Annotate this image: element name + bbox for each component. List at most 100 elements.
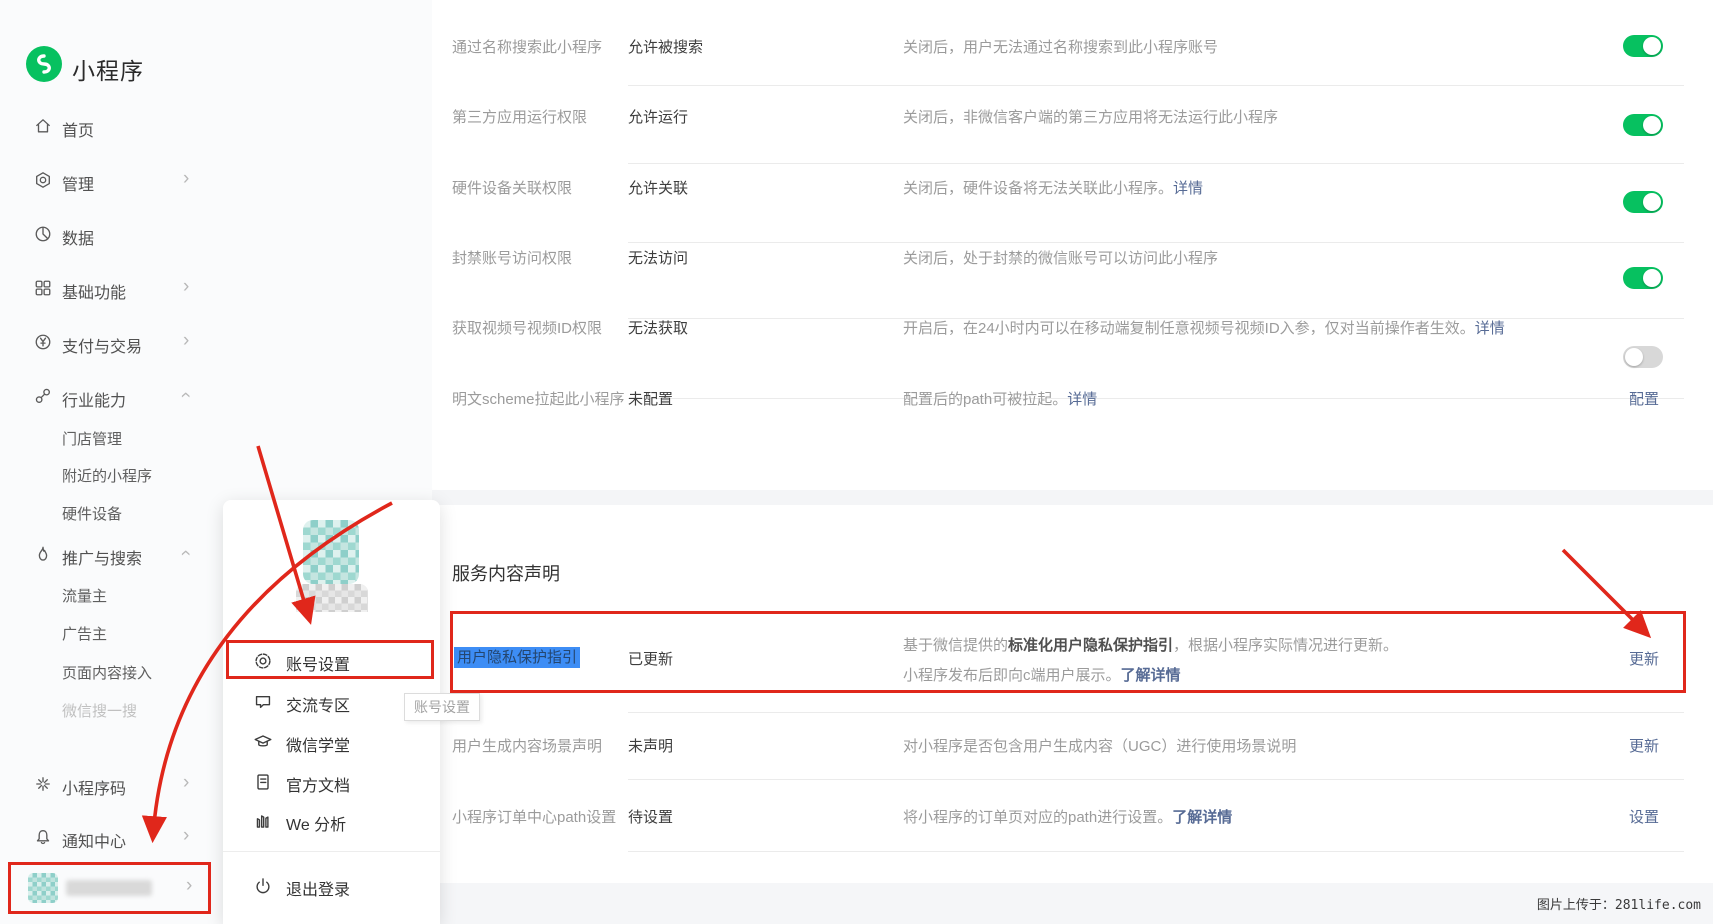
user-avatar[interactable] <box>28 873 58 903</box>
chevron-right-icon <box>183 826 199 846</box>
menu-item-label: 官方文档 <box>286 772 350 796</box>
row-description: 配置后的path可被拉起。详情 <box>903 388 1097 409</box>
app-title: 小程序 <box>72 52 144 86</box>
update-ugc-button[interactable]: 更新 <box>1629 735 1659 756</box>
sidebar-item-label: 首页 <box>62 117 94 141</box>
tooltip-account-settings: 账号设置 <box>404 693 480 721</box>
row-label: 用户生成内容场景声明 <box>452 735 602 756</box>
row-status: 已更新 <box>628 648 673 669</box>
row-label: 硬件设备关联权限 <box>452 177 572 198</box>
menu-item-official-docs[interactable]: 官方文档 <box>223 770 440 796</box>
popup-avatar-body <box>296 584 368 612</box>
set-path-button[interactable]: 设置 <box>1629 806 1659 827</box>
modules-grid-icon <box>34 279 52 297</box>
sidebar-item-industry[interactable]: 行业能力 <box>0 386 220 410</box>
row-description: 关闭后，非微信客户端的第三方应用将无法运行此小程序 <box>903 106 1278 127</box>
row-status: 待设置 <box>628 806 673 827</box>
configure-button[interactable]: 配置 <box>1629 388 1659 409</box>
sidebar-item-data[interactable]: 数据 <box>0 224 220 248</box>
menu-item-account-settings[interactable]: 账号设置 <box>223 649 440 675</box>
chevron-right-icon <box>183 277 199 297</box>
sidebar-subitem-traffic[interactable]: 流量主 <box>62 585 212 607</box>
notification-bell-icon <box>34 828 52 846</box>
menu-item-we-analysis[interactable]: We 分析 <box>223 809 440 835</box>
chevron-up-icon <box>183 385 199 405</box>
row-description-line1: 基于微信提供的标准化用户隐私保护指引，根据小程序实际情况进行更新。 <box>903 634 1398 655</box>
sidebar-subitem-advertiser[interactable]: 广告主 <box>62 623 212 645</box>
section-title: 服务内容声明 <box>452 560 560 586</box>
home-icon <box>34 117 52 135</box>
section-separator <box>432 490 1713 505</box>
watermark: 图片上传于：281life.com <box>1537 894 1701 913</box>
menu-item-label: 退出登录 <box>286 876 350 900</box>
sidebar-item-label: 数据 <box>62 225 94 249</box>
miniprogram-logo-icon <box>26 46 62 82</box>
sidebar-subitem-hardware[interactable]: 硬件设备 <box>62 503 212 525</box>
pay-yen-icon <box>34 333 52 351</box>
banned-account-toggle[interactable] <box>1623 267 1663 289</box>
video-id-toggle[interactable] <box>1623 346 1663 368</box>
learn-more-link[interactable]: 了解详情 <box>1121 667 1181 684</box>
industry-network-icon <box>34 387 52 405</box>
row-description: 关闭后，处于封禁的微信账号可以访问此小程序 <box>903 247 1218 268</box>
menu-item-label: 账号设置 <box>286 651 350 675</box>
row-status: 无法访问 <box>628 247 688 268</box>
detail-link[interactable]: 详情 <box>1173 180 1203 197</box>
row-description: 对小程序是否包含用户生成内容（UGC）进行使用场景说明 <box>903 735 1296 756</box>
row-description: 关闭后，硬件设备将无法关联此小程序。详情 <box>903 177 1203 198</box>
row-status: 无法获取 <box>628 317 688 338</box>
sidebar-item-payment[interactable]: 支付与交易 <box>0 332 220 356</box>
detail-link[interactable]: 详情 <box>1475 320 1505 337</box>
menu-item-label: 微信学堂 <box>286 732 350 756</box>
graduation-cap-icon <box>253 732 273 752</box>
sidebar-item-notifications[interactable]: 通知中心 <box>0 827 220 851</box>
row-label: 通过名称搜索此小程序 <box>452 36 602 57</box>
menu-item-wechat-school[interactable]: 微信学堂 <box>223 730 440 756</box>
learn-more-link[interactable]: 了解详情 <box>1172 809 1232 826</box>
sidebar-item-label: 支付与交易 <box>62 333 142 357</box>
update-privacy-button[interactable]: 更新 <box>1629 648 1659 669</box>
menu-item-logout[interactable]: 退出登录 <box>223 874 440 900</box>
sidebar-item-label: 管理 <box>62 171 94 195</box>
bar-chart-icon <box>253 811 273 831</box>
sidebar-item-label: 基础功能 <box>62 279 126 303</box>
row-label: 第三方应用运行权限 <box>452 106 587 127</box>
chevron-up-icon <box>183 543 199 563</box>
menu-item-label: 交流专区 <box>286 692 350 716</box>
row-description: 将小程序的订单页对应的path进行设置。了解详情 <box>903 806 1232 827</box>
sidebar-subitem-store-manage[interactable]: 门店管理 <box>62 428 212 450</box>
row-label: 明文scheme拉起此小程序 <box>452 388 625 409</box>
sidebar-item-label: 推广与搜索 <box>62 545 142 569</box>
sidebar-item-home[interactable]: 首页 <box>0 116 220 140</box>
sidebar-item-label: 小程序码 <box>62 775 126 799</box>
sidebar-item-label: 通知中心 <box>62 828 126 852</box>
popup-avatar <box>303 520 359 584</box>
row-description: 开启后，在24小时内可以在移动端复制任意视频号视频ID入参，仅对当前操作者生效。… <box>903 317 1505 338</box>
row-label-selected: 用户隐私保护指引 <box>454 646 580 667</box>
chevron-right-icon <box>183 773 199 793</box>
row-status: 未配置 <box>628 388 673 409</box>
user-name-redacted <box>66 880 152 896</box>
sidebar-subitem-page-content[interactable]: 页面内容接入 <box>62 662 212 684</box>
row-status: 允许被搜索 <box>628 36 703 57</box>
promotion-flame-icon <box>34 545 52 563</box>
sidebar-item-promotion[interactable]: 推广与搜索 <box>0 544 220 568</box>
row-label: 封禁账号访问权限 <box>452 247 572 268</box>
sidebar-item-label: 行业能力 <box>62 387 126 411</box>
chat-bubble-icon <box>253 692 273 712</box>
search-permission-toggle[interactable] <box>1623 35 1663 57</box>
sidebar-subitem-wechat-search[interactable]: 微信搜一搜 <box>62 700 212 722</box>
row-status: 允许关联 <box>628 177 688 198</box>
minicode-sparkle-icon <box>34 775 52 793</box>
hardware-link-toggle[interactable] <box>1623 191 1663 213</box>
sidebar-item-manage[interactable]: 管理 <box>0 170 220 194</box>
row-description: 关闭后，用户无法通过名称搜索到此小程序账号 <box>903 36 1218 57</box>
manage-icon <box>34 171 52 189</box>
sidebar-item-minicode[interactable]: 小程序码 <box>0 774 220 798</box>
row-status: 未声明 <box>628 735 673 756</box>
row-label: 小程序订单中心path设置 <box>452 806 616 827</box>
sidebar-item-basic-functions[interactable]: 基础功能 <box>0 278 220 302</box>
detail-link[interactable]: 详情 <box>1067 391 1097 408</box>
thirdparty-run-toggle[interactable] <box>1623 114 1663 136</box>
sidebar-subitem-nearby[interactable]: 附近的小程序 <box>62 465 212 487</box>
